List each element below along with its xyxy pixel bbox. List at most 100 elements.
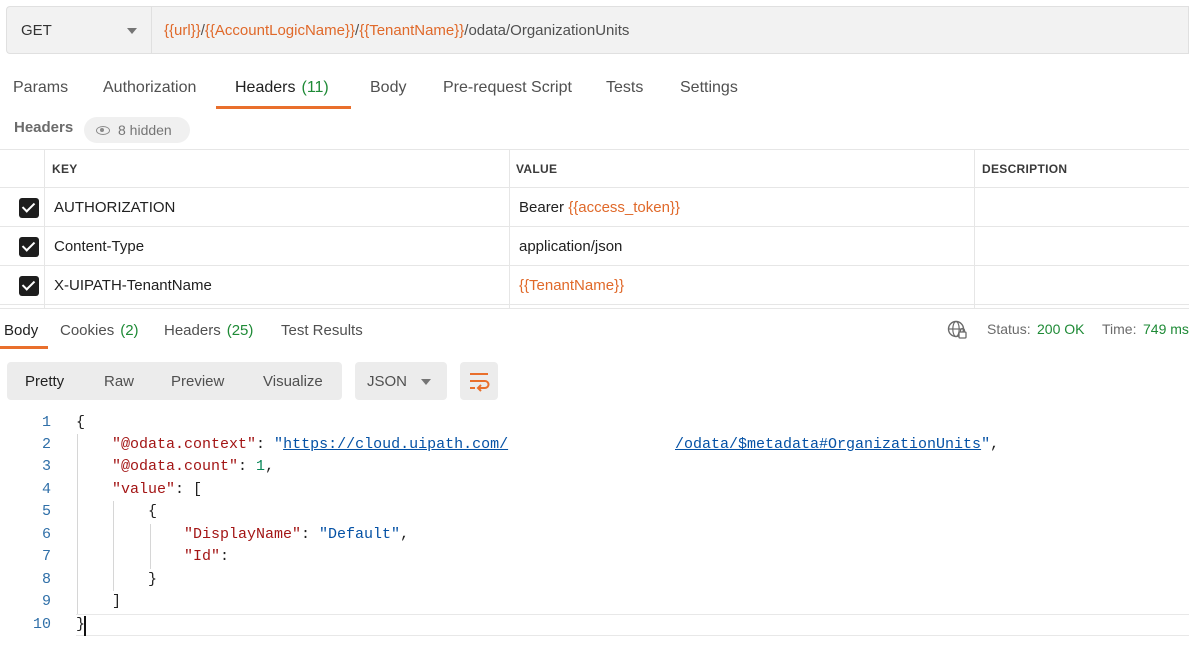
time-value[interactable]: 749 ms — [1143, 321, 1189, 337]
active-response-tab-indicator — [0, 346, 48, 349]
code-text: "Id": — [184, 548, 230, 565]
code-line: 5 { — [0, 501, 1189, 523]
header-value-var: {{TenantName}} — [519, 276, 625, 294]
json-key: "DisplayName" — [184, 526, 302, 543]
code-text: } — [148, 571, 158, 588]
header-value[interactable]: Bearer {{access_token}} — [519, 188, 680, 226]
header-value[interactable]: application/json — [519, 227, 622, 265]
time-label: Time: — [1102, 321, 1137, 337]
line-number: 4 — [41, 481, 51, 498]
code-text: "value": [ — [112, 481, 203, 498]
view-mode-group: Pretty Raw Preview Visualize — [7, 362, 342, 400]
url-input[interactable]: {{url}} / {{AccountLogicName}} / {{TenantNam… — [151, 6, 1189, 54]
code-text: /odata/$metadata#OrganizationUnits", — [675, 436, 1000, 453]
line-number: 2 — [41, 436, 51, 453]
tab-prerequest-script[interactable]: Pre-request Script — [443, 66, 572, 110]
tab-headers-count: (11) — [301, 79, 329, 96]
checkbox[interactable] — [19, 237, 39, 257]
method-label: GET — [21, 21, 52, 39]
eye-icon — [96, 125, 110, 135]
preview-button[interactable]: Preview — [171, 362, 224, 400]
hidden-headers-label: 8 hidden — [118, 122, 172, 138]
tab-body[interactable]: Body — [370, 66, 406, 110]
status-label: Status: — [987, 321, 1031, 337]
tab-headers[interactable]: Headers (11) — [235, 66, 329, 110]
line-number: 3 — [41, 458, 51, 475]
tab-tests[interactable]: Tests — [606, 66, 643, 110]
column-header-value: VALUE — [516, 161, 558, 176]
tab-settings[interactable]: Settings — [680, 66, 738, 110]
code-line: 4 "value": [ — [0, 479, 1189, 501]
line-number: 6 — [41, 526, 51, 543]
format-select[interactable]: JSON — [355, 362, 447, 400]
response-tab-cookies[interactable]: Cookies (2) — [60, 318, 139, 342]
response-tab-headers[interactable]: Headers (25) — [164, 318, 253, 342]
status-value[interactable]: 200 OK — [1037, 321, 1084, 337]
column-header-key: KEY — [52, 161, 78, 176]
json-bracket: [ — [193, 481, 203, 498]
column-divider — [509, 149, 510, 309]
header-value[interactable]: {{TenantName}} — [519, 266, 624, 304]
wrap-lines-icon — [470, 373, 490, 392]
checkbox[interactable] — [19, 198, 39, 218]
response-divider — [0, 308, 1189, 309]
json-link[interactable]: /odata/$metadata#OrganizationUnits — [675, 436, 981, 453]
checkbox[interactable] — [19, 276, 39, 296]
wrap-lines-button[interactable] — [460, 362, 498, 400]
column-divider — [44, 149, 45, 309]
request-bar: GET {{url}} / {{AccountLogicName}} / {{Tenan… — [6, 6, 1189, 54]
code-text: "@odata.context": "https://cloud.uipath.… — [112, 436, 509, 453]
table-row: AUTHORIZATION Bearer {{access_token}} — [0, 188, 1189, 227]
header-key[interactable]: X-UIPATH-TenantName — [54, 266, 212, 304]
tab-params[interactable]: Params — [13, 66, 68, 110]
visualize-button[interactable]: Visualize — [263, 362, 323, 400]
active-tab-indicator — [216, 106, 351, 109]
tab-authorization[interactable]: Authorization — [103, 66, 196, 110]
url-var-account: {{AccountLogicName}} — [204, 21, 356, 39]
code-text: "DisplayName": "Default", — [184, 526, 410, 543]
code-line: 9 ] — [0, 591, 1189, 613]
url-path: /odata/OrganizationUnits — [464, 21, 630, 39]
url-var-tenant: {{TenantName}} — [359, 21, 465, 39]
response-tab-headers-label: Headers — [164, 321, 221, 339]
code-line: 1 { — [0, 412, 1189, 434]
table-row: Content-Type application/json — [0, 227, 1189, 266]
line-number: 9 — [41, 593, 51, 610]
response-tab-body[interactable]: Body — [4, 318, 38, 342]
table-row: X-UIPATH-TenantName {{TenantName}} — [0, 266, 1189, 305]
json-link[interactable]: https://cloud.uipath.com/ — [283, 436, 508, 453]
response-tab-test-results[interactable]: Test Results — [281, 318, 363, 342]
pretty-button[interactable]: Pretty — [25, 362, 64, 400]
code-line: 6 "DisplayName": "Default", — [0, 524, 1189, 546]
json-string: "Default" — [319, 526, 401, 543]
header-key[interactable]: Content-Type — [54, 227, 144, 265]
header-value-text: application/json — [519, 237, 623, 255]
line-number: 10 — [32, 616, 51, 633]
raw-button[interactable]: Raw — [104, 362, 134, 400]
chevron-down-icon — [127, 28, 137, 34]
code-text: "@odata.count": 1, — [112, 458, 275, 475]
line-number: 8 — [41, 571, 51, 588]
line-number: 7 — [41, 548, 51, 565]
code-line: 7 "Id": — [0, 546, 1189, 568]
column-header-description: DESCRIPTION — [982, 161, 1068, 176]
globe-lock-icon[interactable] — [947, 320, 967, 340]
code-text: ] — [112, 593, 122, 610]
code-line: 8 } — [0, 569, 1189, 591]
code-text: { — [76, 414, 86, 431]
hidden-headers-toggle[interactable]: 8 hidden — [84, 117, 190, 143]
code-line: 3 "@odata.count": 1, — [0, 456, 1189, 478]
json-key: "value" — [112, 481, 176, 498]
text-cursor — [84, 616, 86, 636]
json-key: "Id" — [184, 548, 221, 565]
tab-headers-label: Headers — [235, 79, 296, 96]
code-text: { — [148, 503, 158, 520]
url-var-url: {{url}} — [164, 21, 201, 39]
json-key: "@odata.context" — [112, 436, 257, 453]
json-number: 1 — [256, 458, 266, 475]
header-key[interactable]: AUTHORIZATION — [54, 188, 175, 226]
table-header-row: KEY VALUE DESCRIPTION — [0, 149, 1189, 188]
method-select[interactable]: GET — [6, 6, 151, 54]
chevron-down-icon — [421, 379, 431, 385]
line-number: 5 — [41, 503, 51, 520]
